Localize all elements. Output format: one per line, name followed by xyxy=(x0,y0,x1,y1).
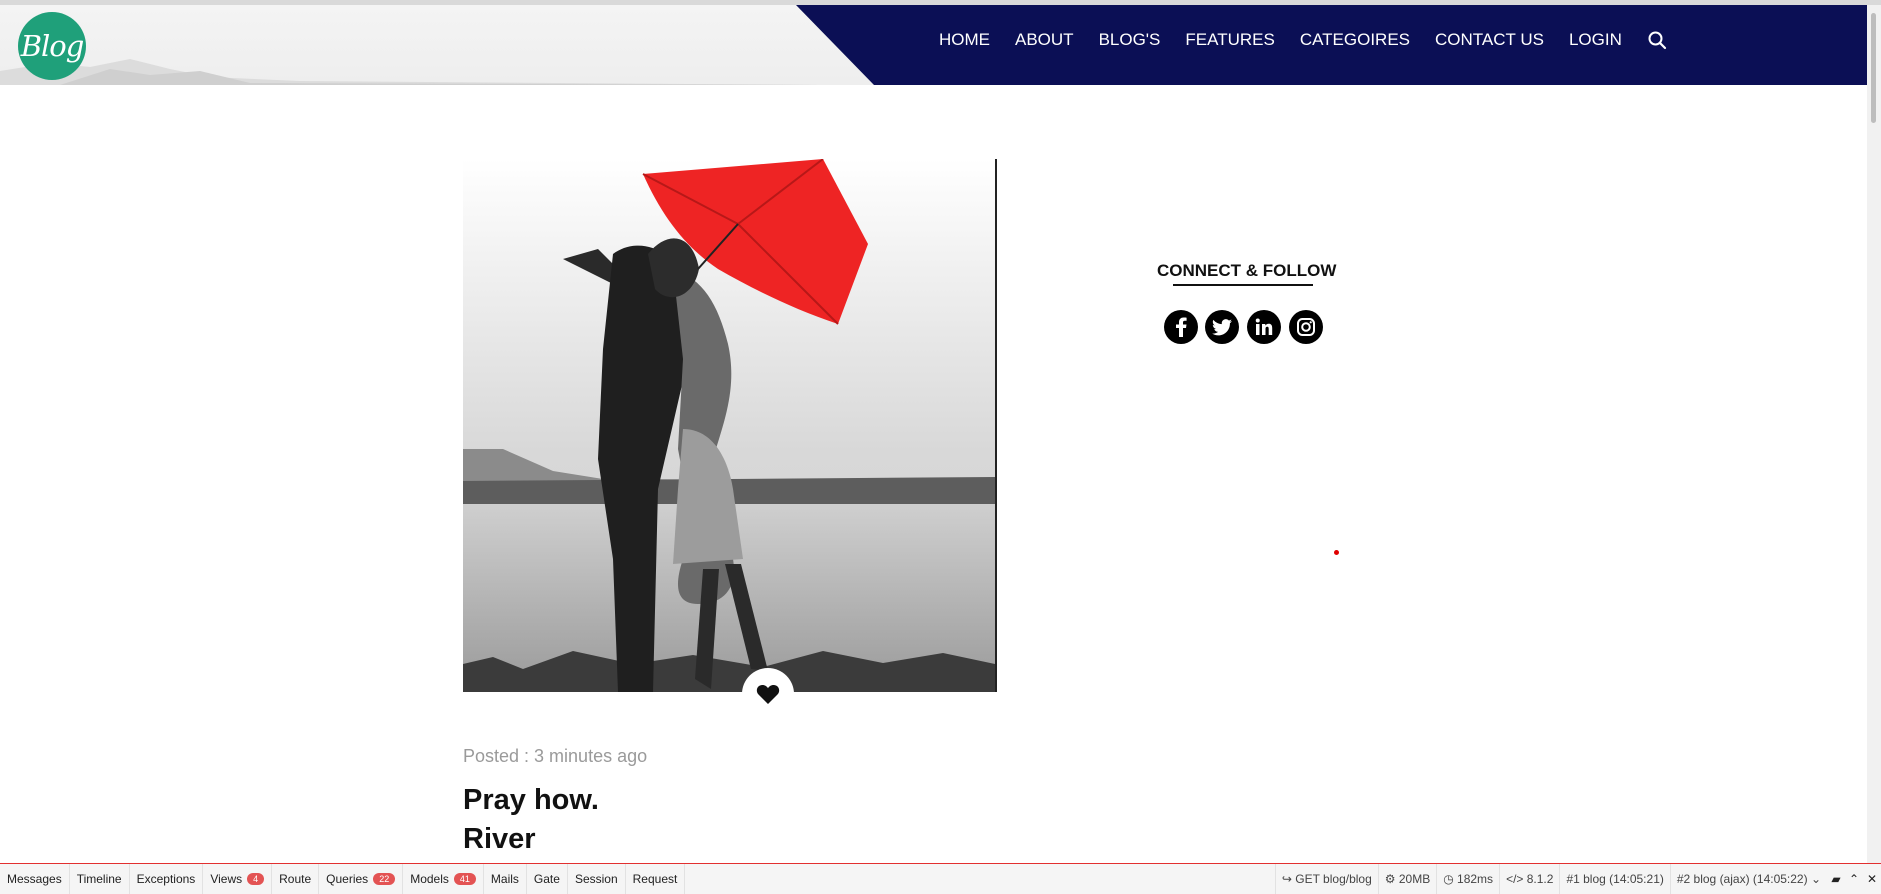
debug-tab-exceptions[interactable]: Exceptions xyxy=(130,864,204,894)
php-version: </> 8.1.2 xyxy=(1499,864,1559,894)
nav-blogs[interactable]: BLOG'S xyxy=(1099,30,1161,50)
ajax-request-select[interactable]: #2 blog (ajax) (14:05:22) ⌄ xyxy=(1669,864,1827,894)
debug-tab-session[interactable]: Session xyxy=(568,864,626,894)
nav-about[interactable]: ABOUT xyxy=(1015,30,1074,50)
post-image xyxy=(463,159,997,692)
models-count-badge: 41 xyxy=(453,873,476,885)
header-background-mountains xyxy=(0,59,820,85)
post-title-line2[interactable]: River xyxy=(463,823,536,856)
heart-icon xyxy=(756,684,780,704)
debug-tabs: Messages Timeline Exceptions Views 4 Rout… xyxy=(0,864,686,894)
connect-follow-heading: CONNECT & FOLLOW xyxy=(1157,261,1337,280)
nav-contact-us[interactable]: CONTACT US xyxy=(1435,30,1544,50)
debug-tab-request[interactable]: Request xyxy=(626,864,686,894)
facebook-icon[interactable] xyxy=(1164,310,1198,344)
page-scrollbar[interactable] xyxy=(1867,5,1881,863)
main-nav: HOME ABOUT BLOG'S FEATURES CATEGOIRES CO… xyxy=(939,0,1669,80)
time-info: ◷ 182ms xyxy=(1436,864,1499,894)
scrollbar-thumb[interactable] xyxy=(1871,13,1876,123)
chevron-up-icon[interactable]: ⌃ xyxy=(1845,872,1863,886)
debug-bar: Messages Timeline Exceptions Views 4 Rout… xyxy=(0,863,1881,894)
request-info: ↪ GET blog/blog xyxy=(1274,864,1378,894)
gears-icon: ⚙ xyxy=(1384,872,1399,886)
post-title-line1[interactable]: Pray how. xyxy=(463,784,599,817)
views-count-badge: 4 xyxy=(247,873,265,885)
linkedin-icon[interactable] xyxy=(1247,310,1281,344)
instagram-icon[interactable] xyxy=(1289,310,1323,344)
chevron-down-icon: ⌄ xyxy=(1807,872,1821,886)
nav-categories[interactable]: CATEGOIRES xyxy=(1300,30,1410,50)
search-icon[interactable] xyxy=(1647,29,1669,51)
code-icon: </> xyxy=(1506,872,1527,886)
debug-tab-timeline[interactable]: Timeline xyxy=(70,864,130,894)
heading-underline xyxy=(1173,284,1313,286)
debug-tab-route[interactable]: Route xyxy=(272,864,320,894)
nav-features[interactable]: FEATURES xyxy=(1185,30,1274,50)
debug-tab-models[interactable]: Models 41 xyxy=(403,864,484,894)
red-dot xyxy=(1334,550,1339,555)
blog-logo[interactable]: Blog xyxy=(18,12,86,80)
close-icon[interactable]: ✕ xyxy=(1863,872,1881,886)
queries-count-badge: 22 xyxy=(373,873,396,885)
debug-info: ↪ GET blog/blog ⚙ 20MB ◷ 182ms </> 8.1.2… xyxy=(1274,864,1881,894)
post-timestamp: Posted : 3 minutes ago xyxy=(463,746,648,766)
request-id: #1 blog (14:05:21) xyxy=(1559,864,1669,894)
folder-open-icon[interactable]: ▰ xyxy=(1827,872,1845,886)
nav-login[interactable]: LOGIN xyxy=(1569,30,1622,50)
like-button[interactable] xyxy=(742,668,794,720)
share-icon: ↪ xyxy=(1281,872,1296,886)
debug-tab-mails[interactable]: Mails xyxy=(484,864,527,894)
nav-home[interactable]: HOME xyxy=(939,30,990,50)
clock-icon: ◷ xyxy=(1443,872,1458,886)
debug-tab-views[interactable]: Views 4 xyxy=(203,864,273,894)
memory-info: ⚙ 20MB xyxy=(1377,864,1436,894)
debug-tab-gate[interactable]: Gate xyxy=(527,864,568,894)
twitter-icon[interactable] xyxy=(1205,310,1239,344)
debug-tab-queries[interactable]: Queries 22 xyxy=(319,864,404,894)
debug-tab-messages[interactable]: Messages xyxy=(0,864,70,894)
